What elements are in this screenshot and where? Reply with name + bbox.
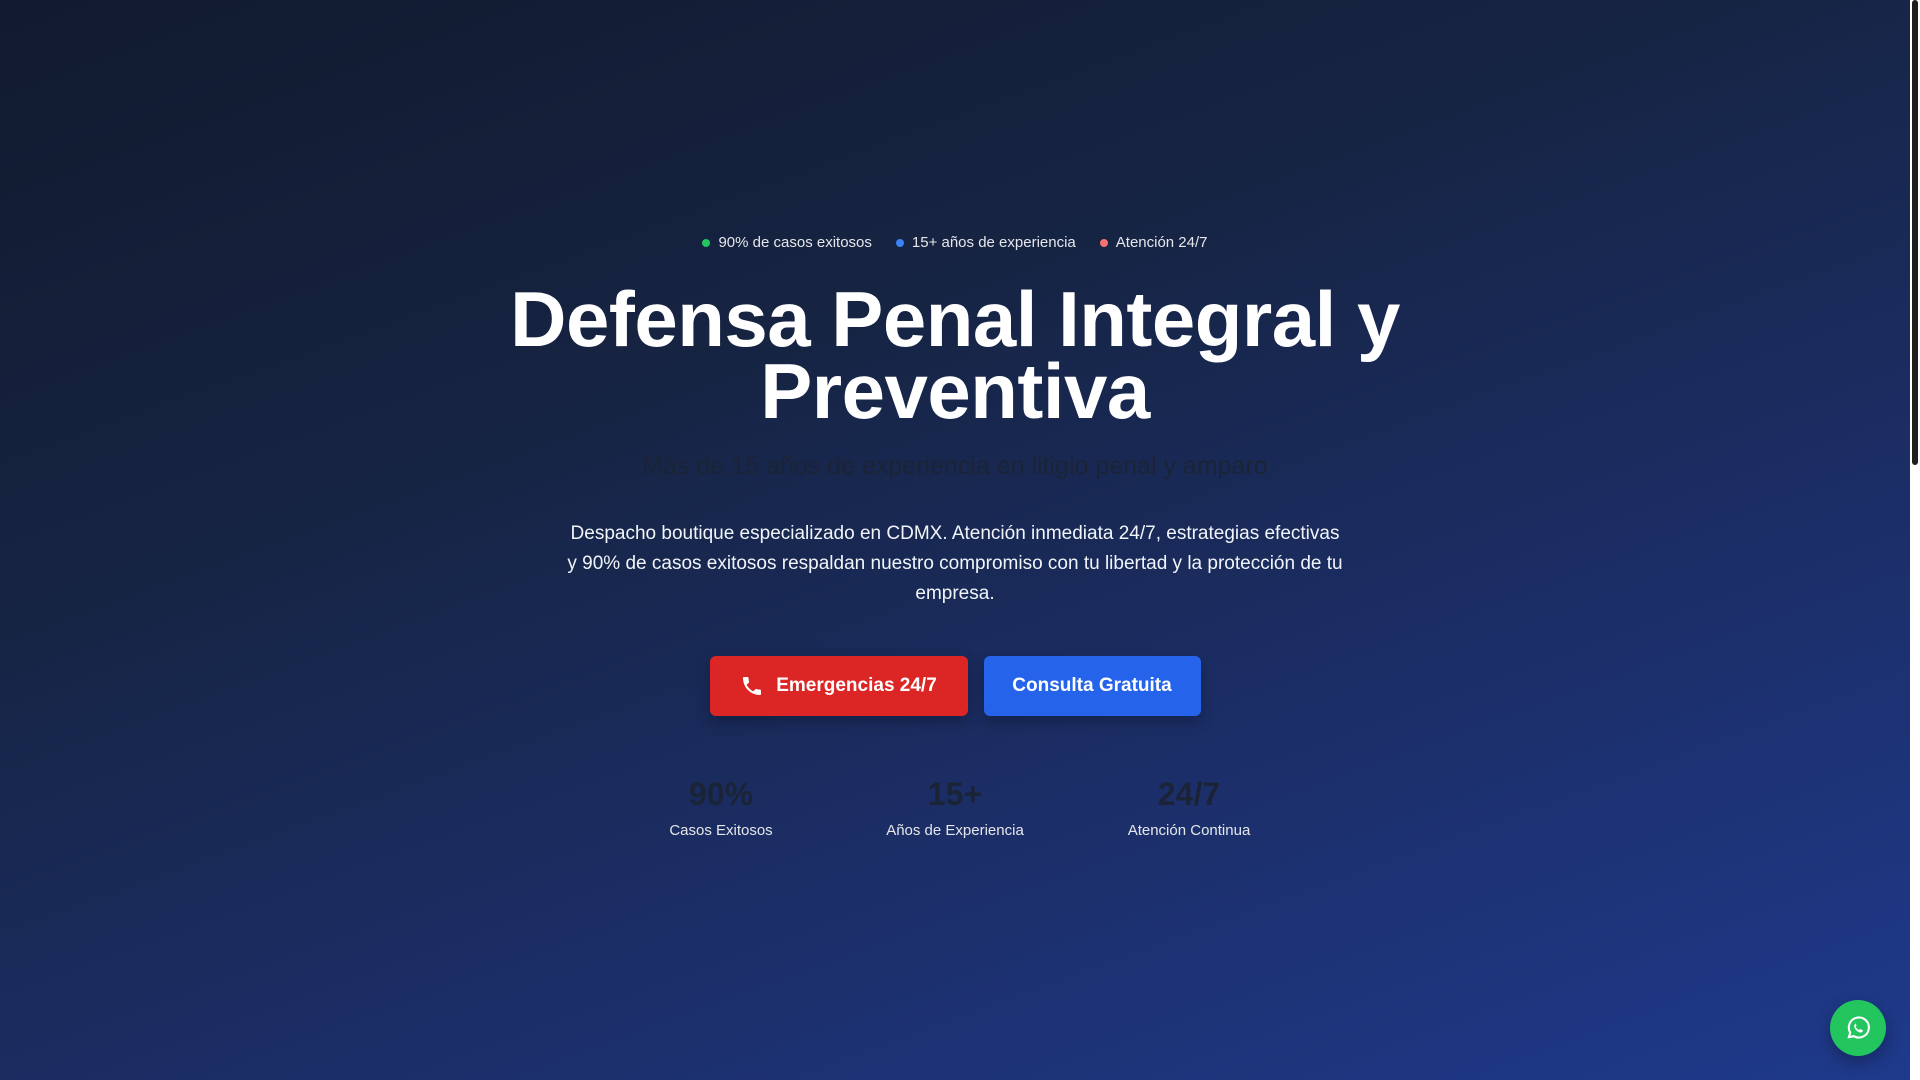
hero-subtitle: Más de 15 años de experiencia en litigio… [642,452,1268,480]
stat-label: Años de Experiencia [886,822,1024,839]
stat-experience: 15+ Años de Experiencia [838,774,1072,839]
trust-badges: 90% de casos exitosos 15+ años de experi… [0,234,1910,251]
stat-value: 15+ [927,776,983,812]
badge-label: Atención 24/7 [1115,234,1208,251]
badge-success-rate: 90% de casos exitosos [702,234,872,251]
badge-label: 15+ años de experiencia [911,234,1076,251]
stat-label: Casos Exitosos [669,822,773,839]
whatsapp-button[interactable] [1830,1000,1886,1056]
title-line-2: Preventiva [760,347,1150,435]
red-dot-icon [1099,238,1108,247]
stat-attention: 24/7 Atención Continua [1072,774,1306,839]
phone-icon [743,677,762,695]
emergency-button[interactable]: Emergencias 24/7 [709,656,968,716]
badge-attention: Atención 24/7 [1099,234,1208,251]
blue-dot-icon [895,238,904,247]
stat-label: Atención Continua [1127,822,1251,839]
hero-description: Despacho boutique especializado en CDMX.… [567,523,1343,604]
badge-label: 90% de casos exitosos [718,234,872,251]
consult-button-label: Consulta Gratuita [1012,675,1172,696]
badge-experience: 15+ años de experiencia [895,234,1076,251]
stat-value: 90% [688,776,754,812]
stat-value: 24/7 [1157,776,1221,812]
green-dot-icon [702,238,711,247]
scrollbar-thumb[interactable] [1912,0,1918,465]
stat-success: 90% Casos Exitosos [604,774,838,839]
whatsapp-icon [1847,1016,1870,1039]
stats-row: 90% Casos Exitosos 15+ Años de Experienc… [0,774,1910,839]
free-consultation-button[interactable]: Consulta Gratuita [983,656,1201,716]
page-title: Defensa Penal Integral y Preventiva [0,280,1910,430]
page: 90% de casos exitosos 15+ años de experi… [0,0,1910,1080]
emergency-button-label: Emergencias 24/7 [776,675,937,696]
vertical-scrollbar[interactable] [1910,0,1920,1080]
cta-buttons: Emergencias 24/7 Consulta Gratuita [0,656,1910,716]
